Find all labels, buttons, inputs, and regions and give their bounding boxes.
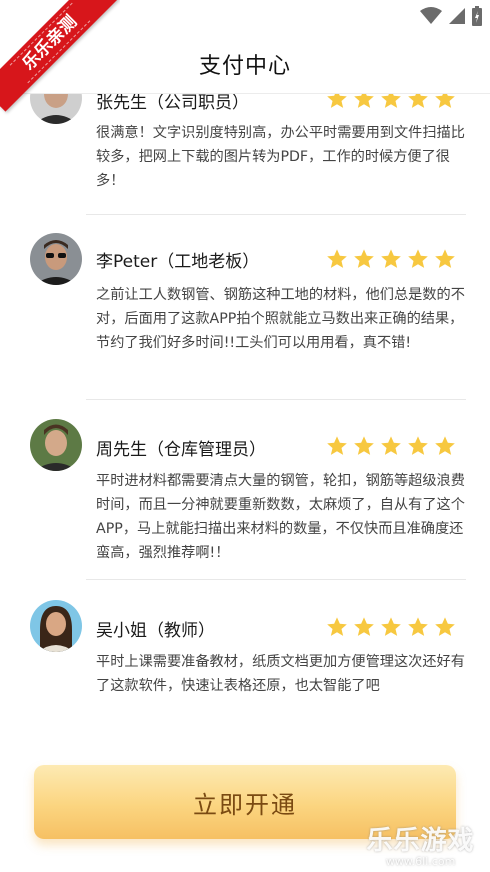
star-icon <box>435 249 455 268</box>
tested-ribbon: 乐乐亲测 <box>0 0 120 120</box>
avatar <box>30 233 82 285</box>
star-icon <box>327 249 347 268</box>
reviews-list[interactable]: 张先生（公司职员） 很满意！文字识别度特别高，办公平时需要用到文件扫描比较多，把… <box>0 60 490 720</box>
avatar <box>30 600 82 652</box>
status-icons <box>420 6 482 26</box>
watermark-title: 乐乐游戏 <box>366 826 475 856</box>
review-comment: 平时上课需要准备教材，纸质文档更加方便管理这次还好有了这款软件，快速让表格还原，… <box>96 654 465 694</box>
review-comment: 很满意！文字识别度特别高，办公平时需要用到文件扫描比较多，把网上下载的图片转为P… <box>96 125 465 189</box>
divider <box>86 214 466 215</box>
rating-stars <box>326 435 456 457</box>
star-icon <box>381 617 401 636</box>
star-icon <box>435 436 455 455</box>
star-icon <box>354 249 374 268</box>
battery-icon <box>472 6 482 26</box>
ribbon-text: 乐乐亲测 <box>9 2 91 84</box>
divider <box>86 579 466 580</box>
star-icon <box>408 249 428 268</box>
rating-stars <box>326 616 456 638</box>
star-icon <box>408 617 428 636</box>
star-icon <box>435 617 455 636</box>
star-icon <box>381 436 401 455</box>
star-icon <box>327 617 347 636</box>
star-icon <box>327 436 347 455</box>
star-icon <box>354 617 374 636</box>
site-watermark: 乐乐游戏 www.6ll.com <box>363 820 478 868</box>
reviewer-name: 李Peter（工地老板） <box>96 252 260 272</box>
rating-stars <box>326 248 456 270</box>
reviewer-name: 吴小姐（教师） <box>96 621 215 641</box>
review-comment: 平时进材料都需要清点大量的钢管，轮扣，钢筋等超级浪费时间，而且一分神就要重新数数… <box>96 473 465 561</box>
avatar <box>30 419 82 471</box>
review-comment: 之前让工人数钢管、钢筋这种工地的材料，他们总是数的不对，后面用了这款APP拍个照… <box>96 287 465 351</box>
signal-icon <box>449 8 465 24</box>
activate-now-label: 立即开通 <box>193 790 297 819</box>
reviewer-name: 周先生（仓库管理员） <box>96 440 266 460</box>
star-icon <box>381 249 401 268</box>
star-icon <box>354 436 374 455</box>
star-icon <box>408 436 428 455</box>
divider <box>86 399 466 400</box>
wifi-icon <box>420 7 442 24</box>
